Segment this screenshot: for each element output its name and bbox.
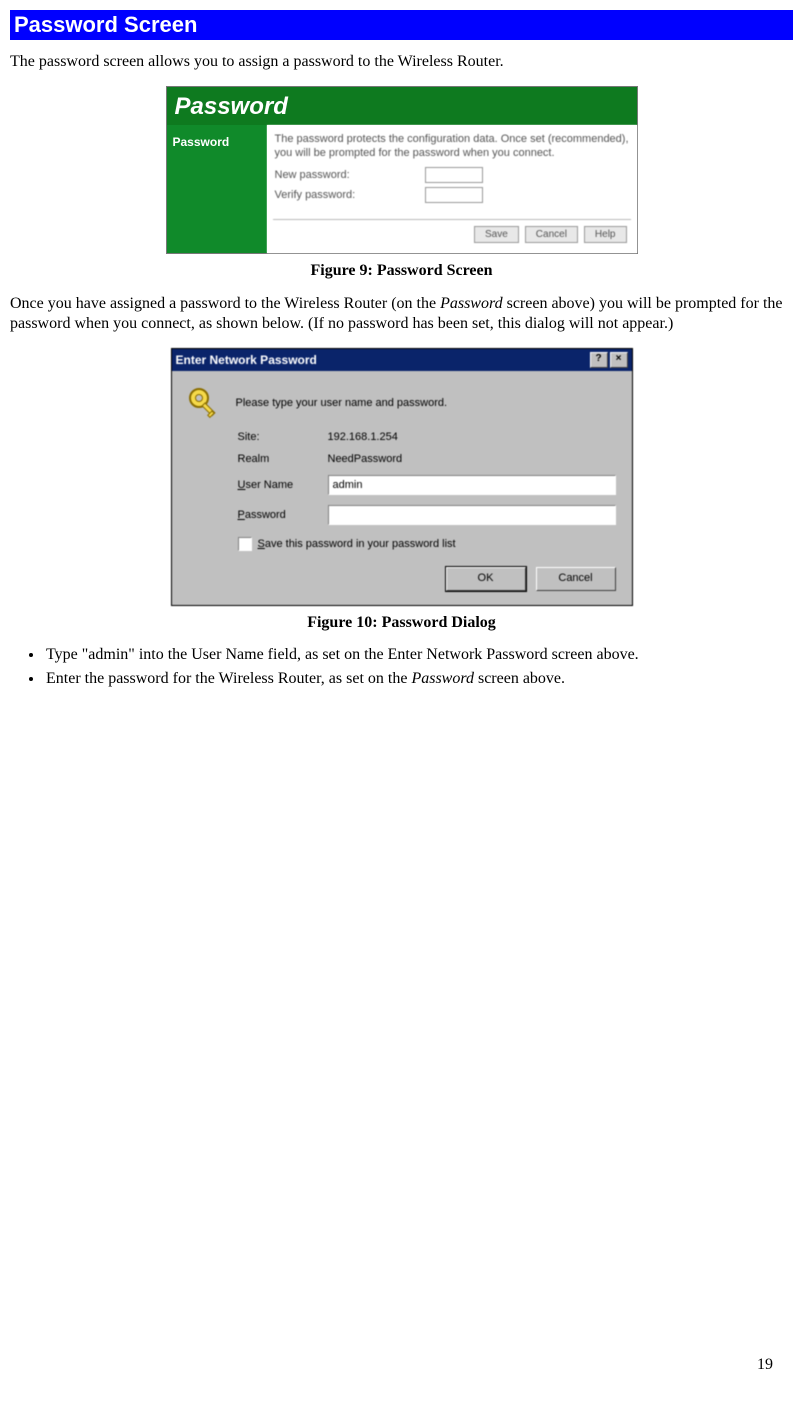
password-panel-title: Password <box>167 87 637 125</box>
save-password-row: Save this password in your password list <box>238 537 616 551</box>
bullet-2-italic: Password <box>411 670 474 687</box>
username-input[interactable]: admin <box>328 475 616 495</box>
sidebar-label: Password <box>173 135 230 149</box>
password-panel-description: The password protects the configuration … <box>275 133 629 161</box>
section-title-bar: Password Screen <box>10 10 793 40</box>
bullet-2-pre: Enter the password for the Wireless Rout… <box>46 670 411 687</box>
password-panel-button-row: Save Cancel Help <box>474 226 627 243</box>
password-panel-sidebar: Password <box>167 125 267 253</box>
verify-password-input[interactable] <box>425 187 483 203</box>
site-value: 192.168.1.254 <box>328 431 616 443</box>
realm-label: Realm <box>238 453 328 465</box>
new-password-label: New password: <box>275 169 425 181</box>
figure-1-caption: Figure 9: Password Screen <box>10 262 793 280</box>
cancel-button-dialog[interactable]: Cancel <box>536 567 616 591</box>
key-icon <box>186 385 222 421</box>
dialog-field-grid: Site: 192.168.1.254 Realm NeedPassword U… <box>238 431 616 525</box>
password-panel-body: Password The password protects the confi… <box>167 125 637 253</box>
mid-text-pre: Once you have assigned a password to the… <box>10 295 440 312</box>
help-icon[interactable]: ? <box>590 352 608 368</box>
section-title-text: Password Screen <box>14 12 197 37</box>
divider <box>273 219 631 220</box>
window-buttons: ? × <box>590 352 628 368</box>
save-button[interactable]: Save <box>474 226 519 243</box>
username-label: User Name <box>238 479 328 491</box>
ok-button[interactable]: OK <box>446 567 526 591</box>
username-input-value: admin <box>333 479 363 491</box>
password-panel: Password Password The password protects … <box>166 86 638 254</box>
dialog-prompt-text: Please type your user name and password. <box>236 397 448 409</box>
new-password-row: New password: <box>275 167 629 183</box>
cancel-button[interactable]: Cancel <box>525 226 578 243</box>
save-password-checkbox[interactable] <box>238 537 252 551</box>
verify-password-label: Verify password: <box>275 189 425 201</box>
intro-paragraph: The password screen allows you to assign… <box>10 52 793 72</box>
mid-paragraph: Once you have assigned a password to the… <box>10 294 793 334</box>
instruction-list: Type "admin" into the User Name field, a… <box>10 646 793 688</box>
intro-text: The password screen allows you to assign… <box>10 53 504 70</box>
bullet-2-post: screen above. <box>474 670 565 687</box>
password-label: Password <box>238 509 328 521</box>
realm-value: NeedPassword <box>328 453 616 465</box>
dialog-title-text: Enter Network Password <box>176 353 317 367</box>
save-password-label: Save this password in your password list <box>258 538 456 550</box>
verify-password-row: Verify password: <box>275 187 629 203</box>
help-button[interactable]: Help <box>584 226 627 243</box>
dialog-prompt-row: Please type your user name and password. <box>186 385 616 421</box>
network-password-dialog: Enter Network Password ? × Please type y… <box>171 348 633 606</box>
dialog-titlebar: Enter Network Password ? × <box>172 349 632 371</box>
password-panel-main: The password protects the configuration … <box>267 125 637 253</box>
page-number: 19 <box>757 1356 773 1374</box>
bullet-1-text: Type "admin" into the User Name field, a… <box>46 646 639 663</box>
list-item: Enter the password for the Wireless Rout… <box>44 670 793 688</box>
close-icon[interactable]: × <box>610 352 628 368</box>
new-password-input[interactable] <box>425 167 483 183</box>
list-item: Type "admin" into the User Name field, a… <box>44 646 793 664</box>
figure-2-wrap: Enter Network Password ? × Please type y… <box>10 348 793 606</box>
dialog-button-row: OK Cancel <box>186 567 616 591</box>
figure-1-wrap: Password Password The password protects … <box>10 86 793 254</box>
figure-2-caption: Figure 10: Password Dialog <box>10 614 793 632</box>
dialog-body: Please type your user name and password.… <box>172 371 632 605</box>
password-input[interactable] <box>328 505 616 525</box>
site-label: Site: <box>238 431 328 443</box>
mid-text-italic: Password <box>440 295 503 312</box>
